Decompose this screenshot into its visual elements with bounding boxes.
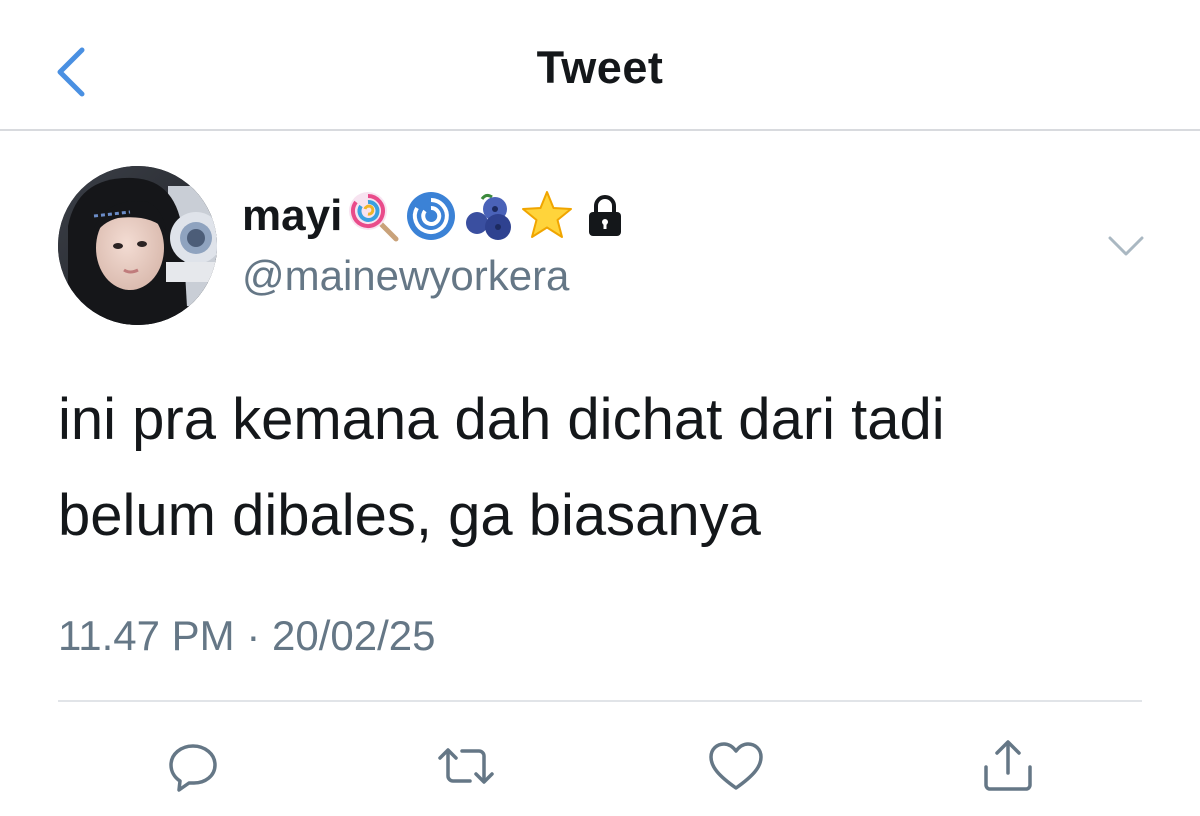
author-name-row: mayi: [242, 186, 632, 246]
share-icon: [984, 740, 1032, 791]
blueberries-icon: [462, 189, 516, 243]
divider: [58, 700, 1142, 702]
tweet-text: ini pra kemana dah dichat dari tadi belu…: [58, 372, 1138, 564]
retweet-icon: [438, 748, 494, 784]
chevron-down-icon: [1108, 236, 1144, 256]
author-display-name[interactable]: mayi: [242, 194, 342, 238]
lock-icon: [578, 189, 632, 243]
tweet-text-line: ini pra kemana dah dichat dari tadi: [58, 387, 945, 452]
like-button[interactable]: [706, 736, 766, 796]
nav-bar: Tweet: [0, 0, 1200, 131]
lollipop-icon: [346, 189, 400, 243]
star-icon: [520, 189, 574, 243]
reply-icon: [169, 744, 217, 792]
page-title: Tweet: [536, 42, 664, 93]
tweet-text-line: belum dibales, ga biasanya: [58, 483, 761, 548]
retweet-button[interactable]: [436, 736, 496, 796]
share-button[interactable]: [978, 736, 1038, 796]
reply-button[interactable]: [163, 736, 223, 796]
more-options-button[interactable]: [1104, 228, 1148, 264]
cyclone-icon: [404, 189, 458, 243]
like-icon: [709, 742, 763, 790]
author-handle[interactable]: @mainewyorkera: [242, 252, 569, 300]
tweet-timestamp[interactable]: 11.47 PM · 20/02/25: [58, 612, 435, 660]
avatar[interactable]: [58, 166, 217, 325]
